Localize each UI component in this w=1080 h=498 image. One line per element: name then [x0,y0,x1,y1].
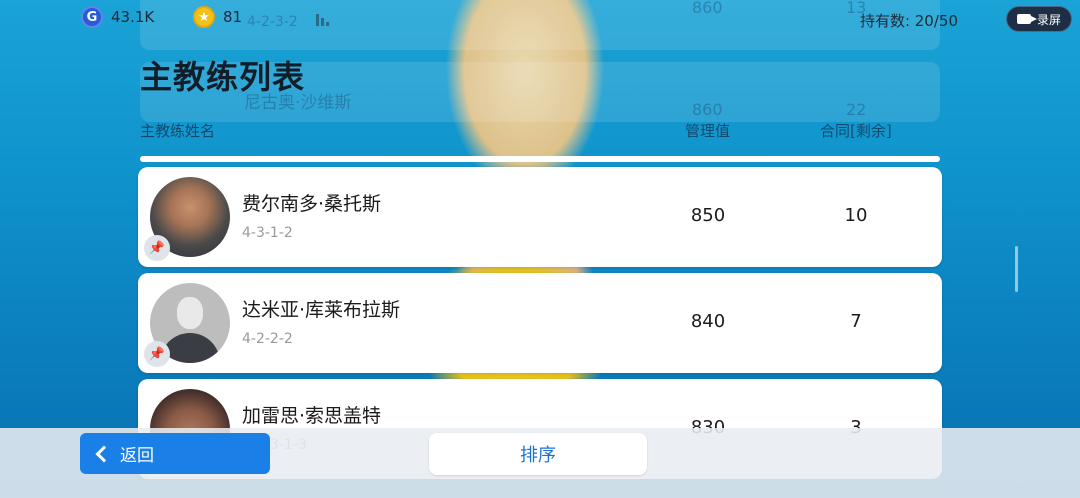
pin-icon[interactable]: 📌 [144,235,170,261]
back-button[interactable]: 返回 [80,433,270,474]
scrollbar[interactable] [1015,246,1018,292]
record-label: 录屏 [1036,12,1061,27]
camera-icon [1016,14,1037,24]
column-header-contract[interactable]: 合同[剩余] [820,120,892,141]
coach-formation: 4-2-2-2 [242,331,293,347]
coach-management: 840 [690,311,726,332]
pin-icon[interactable]: 📌 [144,341,170,367]
coach-contract: 10 [844,205,868,226]
coach-name: 加雷思·索思盖特 [242,405,382,427]
coach-row[interactable]: 📌 费尔南多·桑托斯 4-3-1-2 850 10 [138,167,942,267]
column-header-management[interactable]: 管理值 [685,120,730,141]
coach-name: 达米亚·库莱布拉斯 [242,299,401,321]
gp-amount: 43.1K [111,8,155,26]
sort-label: 排序 [520,445,556,466]
header-divider [140,156,940,162]
signal-icon [316,12,329,26]
status-bar: G 43.1K ★ 81 持有数: 20/50 录屏 [0,6,1080,36]
column-headers: 主教练姓名 管理值 合同[剩余] [140,120,940,142]
sort-button[interactable]: 排序 [429,433,647,475]
coins-amount: 81 [223,8,243,26]
page-title: 主教练列表 [140,58,306,96]
star-coin-icon: ★ [193,6,215,28]
coach-formation: 4-3-1-2 [242,225,293,241]
holding-count: 持有数: 20/50 [859,12,958,30]
coach-row[interactable]: 📌 达米亚·库莱布拉斯 4-2-2-2 840 7 [138,273,942,373]
column-header-name[interactable]: 主教练姓名 [140,120,215,141]
back-label: 返回 [120,446,154,466]
gp-coin-icon: G [81,6,103,28]
coins-currency: ★ 81 [193,6,242,28]
coach-contract: 7 [850,311,862,332]
coach-management: 850 [690,205,726,226]
ghost-contract: 22 [846,100,867,119]
record-button[interactable]: 录屏 [1006,6,1072,32]
coach-name: 费尔南多·桑托斯 [242,193,382,215]
gp-currency: G 43.1K [81,6,154,28]
chevron-left-icon [95,445,113,462]
ghost-management: 860 [692,100,723,119]
